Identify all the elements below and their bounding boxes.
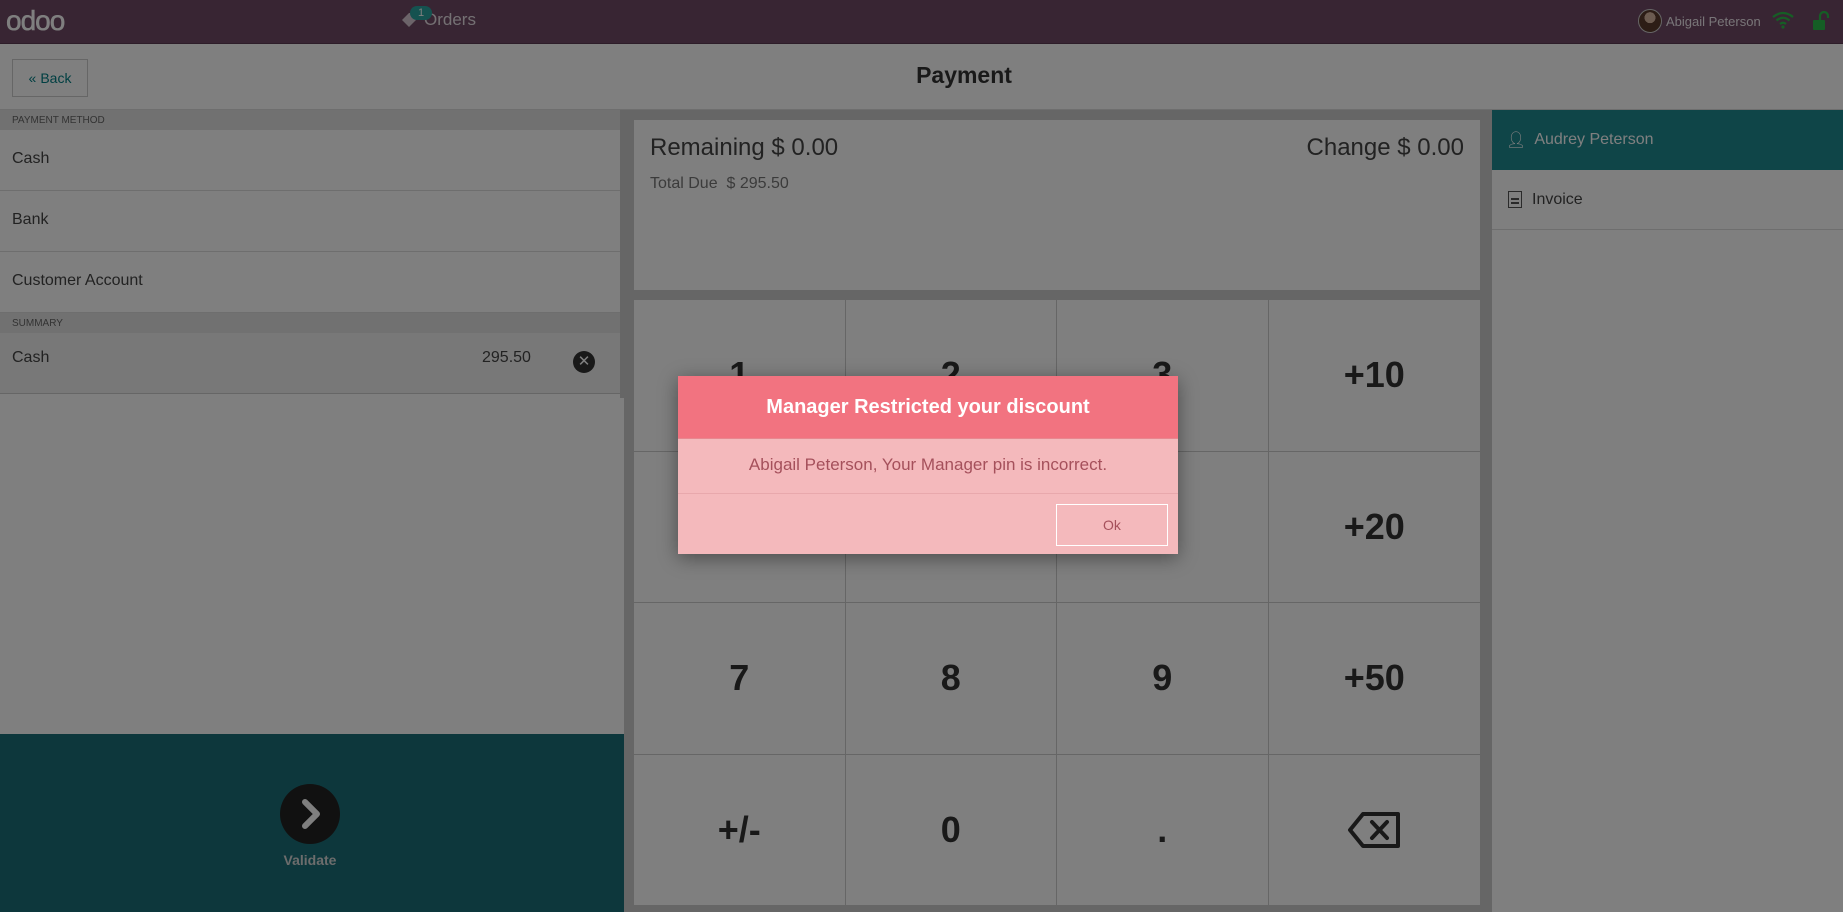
dialog-title: Manager Restricted your discount bbox=[678, 376, 1178, 439]
dialog-message: Abigail Peterson, Your Manager pin is in… bbox=[678, 439, 1178, 494]
error-dialog: Manager Restricted your discount Abigail… bbox=[678, 376, 1178, 554]
ok-button[interactable]: Ok bbox=[1056, 504, 1168, 546]
